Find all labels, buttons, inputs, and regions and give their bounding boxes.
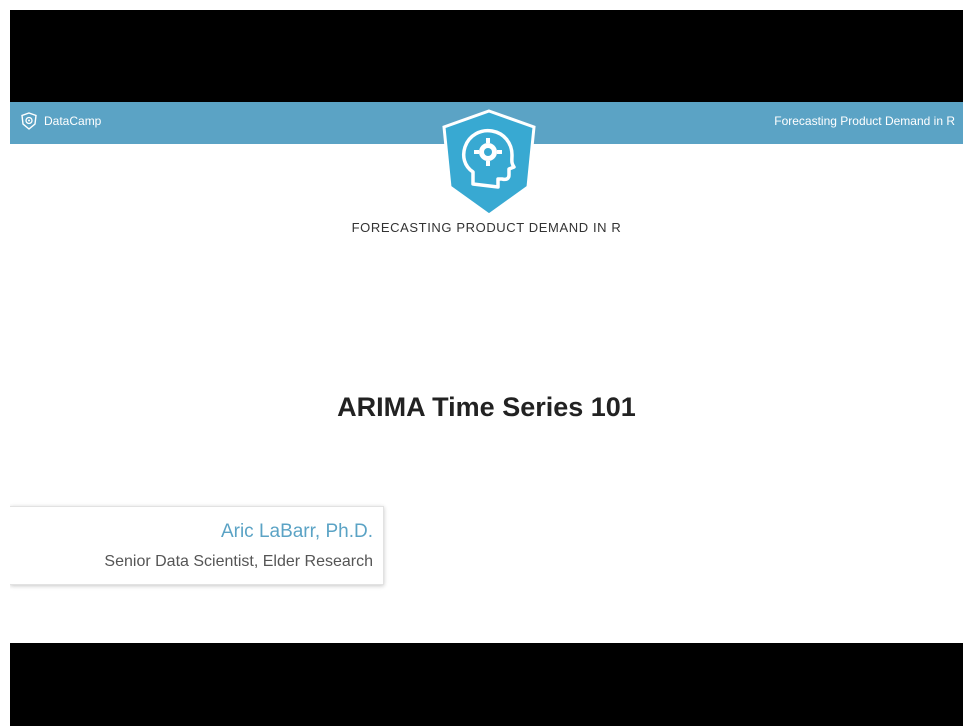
video-frame: DataCamp Forecasting Product Demand in R…: [0, 0, 963, 726]
lesson-title: ARIMA Time Series 101: [337, 392, 636, 422]
course-title: FORECASTING PRODUCT DEMAND IN R: [351, 220, 622, 235]
datacamp-shield-icon: [21, 112, 37, 130]
brand: DataCamp: [20, 112, 101, 130]
presenter-role: Senior Data Scientist, Elder Research: [104, 553, 373, 570]
letterbox-top: [10, 10, 963, 102]
course-label: Forecasting Product Demand in R: [774, 114, 955, 128]
presenter-card: Aric LaBarr, Ph.D. Senior Data Scientist…: [10, 506, 384, 585]
presenter-name: Aric LaBarr, Ph.D.: [220, 521, 373, 542]
slide: DataCamp Forecasting Product Demand in R…: [10, 102, 963, 643]
brand-label: DataCamp: [44, 114, 102, 128]
letterbox-bottom: [10, 643, 963, 726]
course-head-gear-badge-icon: [442, 109, 536, 217]
